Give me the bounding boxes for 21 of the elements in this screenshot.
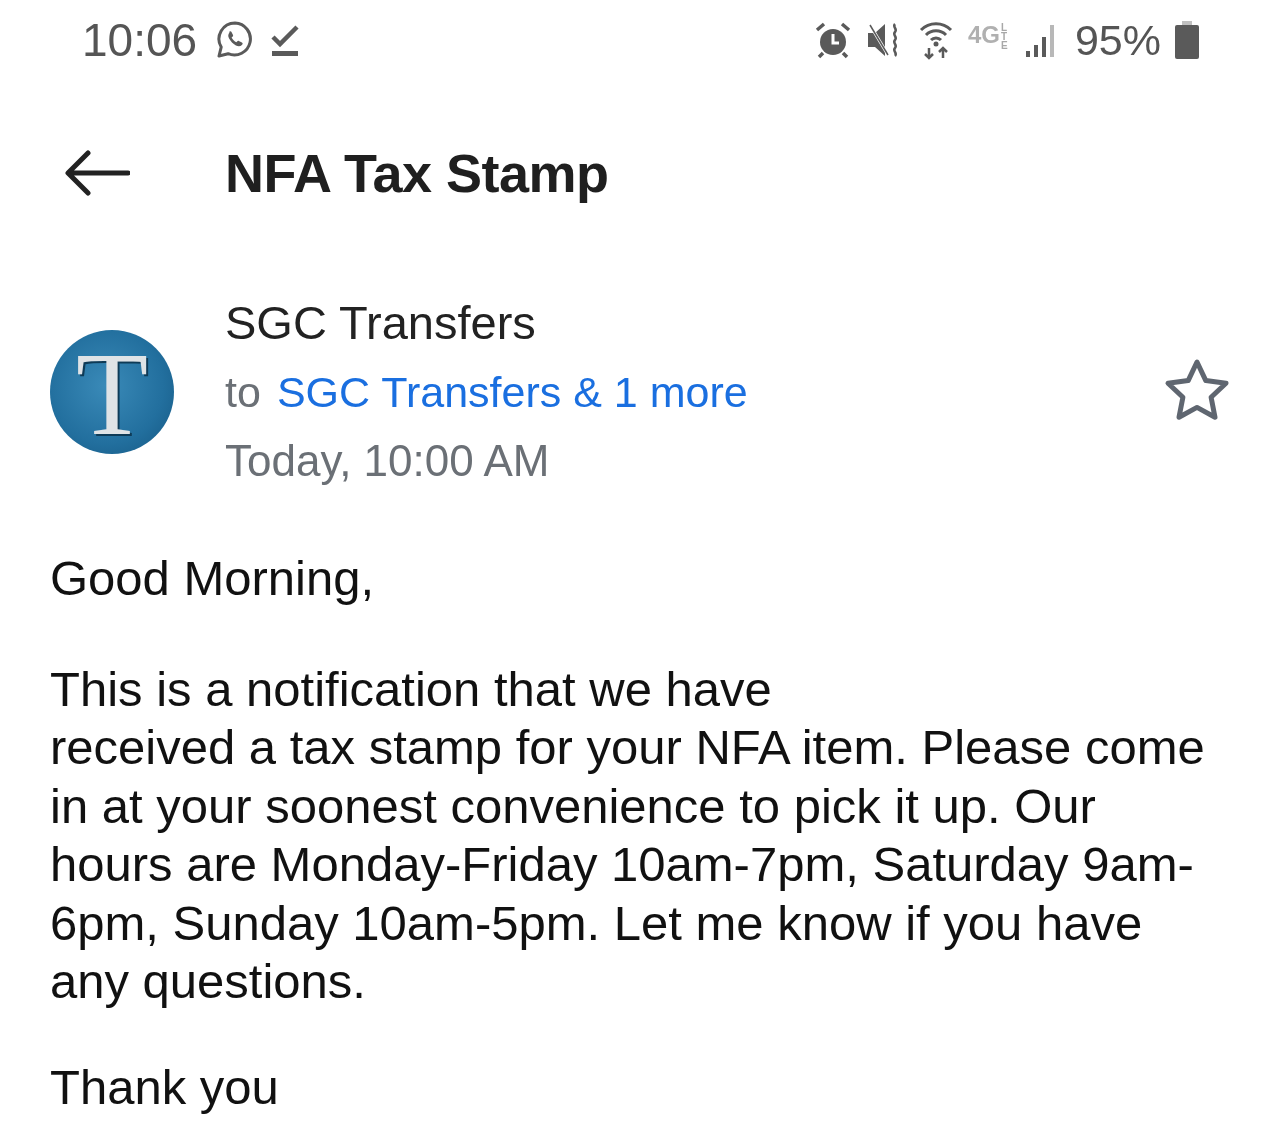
battery-percentage: 95% <box>1074 15 1161 65</box>
closing-text: Thank you <box>50 1058 279 1115</box>
recipients-link[interactable]: SGC Transfers & 1 more <box>276 364 748 420</box>
alarm-clock-icon <box>813 21 852 59</box>
network-type-label: 4G <box>967 22 1000 47</box>
battery-icon <box>1175 21 1199 59</box>
star-icon <box>1163 358 1231 422</box>
sender-name: SGC Transfers <box>225 295 536 351</box>
back-arrow-icon <box>64 149 130 196</box>
email-subject-title: NFA Tax Stamp <box>225 141 609 204</box>
wifi-data-icon <box>917 20 954 60</box>
to-label: to <box>225 367 261 418</box>
avatar-letter: T <box>75 336 149 454</box>
back-button[interactable] <box>62 148 132 197</box>
network-subtype-label: LTE <box>1000 22 1009 50</box>
status-time: 10:06 <box>82 13 198 67</box>
download-done-icon <box>269 23 302 57</box>
message-paragraph: This is a notification that we have received a tax stamp for your NFA item. Please come in at your soonest convenience to pick it up. Our hours are Monday-Friday 10am-7pm, Saturday 9am-6pm, Sunday 10am-5pm. Let me know if you have any questions. <box>50 660 1206 1010</box>
signal-bars-icon <box>1024 23 1057 57</box>
greeting-text: Good Morning, <box>50 550 375 607</box>
sent-date: Today, 10:00 AM <box>225 435 550 487</box>
